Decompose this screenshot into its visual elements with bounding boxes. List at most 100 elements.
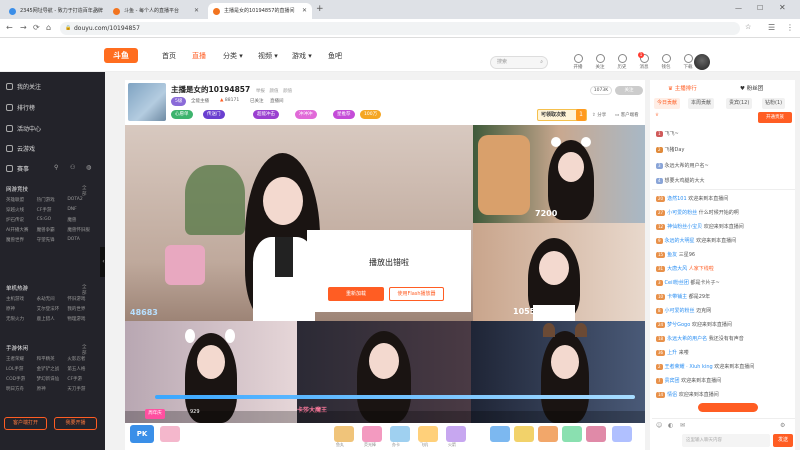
browser-tab-active[interactable]: 主播是女的10194857的直播间 ✕ [208, 3, 312, 19]
tab-week[interactable]: 本周贡献 [688, 98, 715, 109]
game-link[interactable]: 明日方舟 [6, 386, 37, 392]
profile-icon[interactable]: ☰ [768, 23, 775, 32]
game-link[interactable]: 艾尔登法环 [37, 306, 68, 312]
game-link[interactable]: 金铲铲之战 [37, 366, 68, 372]
tab-diamond[interactable]: 钻粉(1) [762, 98, 786, 109]
client-watch-button[interactable]: ▭ 客户端看 [615, 112, 639, 118]
game-link[interactable]: CF手游 [37, 207, 68, 213]
more-link[interactable]: 全部 [82, 344, 87, 356]
rank-row[interactable]: 2 飞猪Day [656, 146, 794, 154]
rank-row[interactable]: 4 想要大鸡腿的大大 [656, 177, 794, 185]
streamer-avatar[interactable] [128, 83, 166, 121]
emoji-icon[interactable]: ☺ [656, 422, 662, 429]
gift-item[interactable] [538, 426, 558, 442]
browser-tab[interactable]: 2345网址导航 - 致力于打造百年品牌 ✕ [4, 3, 104, 19]
game-link[interactable]: 鹿上猎人 [37, 316, 68, 322]
more-link[interactable]: 全部 [82, 185, 87, 197]
activity-badge[interactable]: 冲冲冲 [295, 110, 317, 119]
game-link[interactable]: 火影忍者 [67, 356, 98, 362]
color-text-icon[interactable]: ◐ [668, 422, 673, 429]
game-link[interactable]: 无限火力 [6, 316, 37, 322]
chat-input[interactable]: 这里输入聊天内容 [682, 434, 770, 447]
sidebar-section-title[interactable]: 单机热游 全部 [6, 284, 87, 296]
pk-button[interactable]: PK [130, 425, 154, 443]
game-link[interactable]: 梦幻新诛仙 [37, 376, 68, 382]
game-link[interactable]: 穿越火线 [6, 207, 37, 213]
douyu-logo[interactable]: 斗鱼 [104, 48, 138, 63]
sidebar-item-esports[interactable]: 赛事 ⚲ ⚇ ◍ [6, 164, 91, 173]
home-icon[interactable]: ⌂ [46, 23, 51, 32]
game-link[interactable]: 怀旧游戏 [67, 296, 98, 302]
gift-item[interactable] [334, 426, 354, 442]
rank-row[interactable]: 1 飞飞~ [656, 130, 794, 138]
wallet-button[interactable]: 钱包 [656, 54, 676, 70]
game-link[interactable]: 原神 [37, 386, 68, 392]
new-message-tip[interactable] [698, 403, 758, 412]
gift-item[interactable] [562, 426, 582, 442]
game-link[interactable]: 王者荣耀 [6, 356, 37, 362]
start-stream-button[interactable]: 开播 [568, 54, 588, 70]
game-link[interactable]: 天刀手游 [67, 386, 98, 392]
open-noble-button[interactable]: 开通贵族 [758, 112, 792, 123]
gift-item[interactable] [490, 426, 510, 442]
open-client-button[interactable]: 客户端打开 [4, 417, 47, 430]
more-link[interactable]: 全部 [82, 284, 87, 296]
start-broadcast-button[interactable]: 我要开播 [54, 417, 97, 430]
game-link[interactable]: AI开播大赛 [6, 227, 37, 233]
close-tab-icon[interactable]: ✕ [94, 3, 99, 19]
room-tag[interactable]: 颜值 [283, 89, 292, 94]
room-tag[interactable]: 颜值 [270, 89, 279, 94]
user-avatar[interactable] [694, 54, 710, 70]
follow-button[interactable]: 关注 [615, 86, 643, 95]
share-button[interactable]: ⇪ 分享 [592, 112, 606, 118]
game-link[interactable]: DOTA2 [67, 197, 98, 203]
close-tab-icon[interactable]: ✕ [302, 3, 307, 19]
gift-item[interactable] [390, 426, 410, 442]
minimize-icon[interactable]: — [735, 4, 742, 12]
nav-fishbar[interactable]: 鱼吧 [328, 51, 342, 61]
gift-item[interactable] [514, 426, 534, 442]
game-link[interactable]: 魔兽争霸 [37, 227, 68, 233]
reload-button[interactable]: 重新加载 [328, 287, 384, 301]
nav-home[interactable]: 首页 [162, 51, 176, 61]
game-link[interactable]: 魔兽 [67, 217, 98, 223]
url-input[interactable]: 🔒 douyu.com/10194857 [60, 22, 740, 35]
game-link[interactable]: 炉石传说 [6, 217, 37, 223]
game-link[interactable]: 物理游戏 [67, 316, 98, 322]
sidebar-item-cloud-game[interactable]: 云游戏 [6, 144, 35, 153]
activity-badge[interactable]: 传送门 [203, 110, 225, 119]
game-link[interactable]: LOL手游 [6, 366, 37, 372]
sidebar-item-rank[interactable]: 排行榜 [6, 103, 35, 112]
settings-icon[interactable]: ⚙ [780, 422, 785, 429]
tab-today[interactable]: 今日贡献 [654, 98, 681, 109]
history-button[interactable]: 历史 [612, 54, 632, 70]
gift-item[interactable] [612, 426, 632, 442]
follow-button[interactable]: 关注 [590, 54, 610, 70]
send-button[interactable]: 发送 [773, 434, 793, 447]
sidebar-section-title[interactable]: 手游休闲 全部 [6, 344, 87, 356]
game-link[interactable]: 英雄联盟 [6, 197, 37, 203]
game-link[interactable]: 热门游戏 [37, 197, 68, 203]
nav-live[interactable]: 直播 [192, 51, 206, 61]
activity-badge[interactable]: 100万 [360, 110, 382, 119]
anchor-rank-tab[interactable]: ♛ 主播排行 [668, 84, 697, 92]
sidebar-section-title[interactable]: 网游竞技 全部 [6, 185, 87, 197]
messages-button[interactable]: 消息 [634, 54, 654, 70]
gift-icon[interactable]: ✉ [680, 422, 685, 429]
menu-icon[interactable]: ⋮ [786, 23, 794, 32]
game-link[interactable]: 永劫无间 [37, 296, 68, 302]
sidebar-item-follow[interactable]: 我的关注 [6, 82, 41, 91]
basketball-icon[interactable]: ◍ [86, 164, 91, 171]
maximize-icon[interactable]: ☐ [757, 4, 763, 12]
activity-badge[interactable]: 心愿单 [171, 110, 193, 119]
browser-tab[interactable]: 斗鱼 - 每个人的直播平台 ✕ [108, 3, 204, 19]
back-icon[interactable]: ← [6, 23, 13, 32]
gift-item[interactable] [418, 426, 438, 442]
close-window-icon[interactable]: ✕ [779, 3, 786, 12]
extensions-icon[interactable]: ☆ [745, 23, 751, 31]
search-input[interactable]: 搜索 ⌕ [490, 56, 548, 69]
search-icon[interactable]: ⌕ [540, 57, 543, 68]
tab-vip[interactable]: 贵宾(12) [726, 98, 753, 109]
activity-badge[interactable]: 超能冲击 [253, 110, 279, 119]
new-tab-icon[interactable]: + [316, 4, 324, 14]
